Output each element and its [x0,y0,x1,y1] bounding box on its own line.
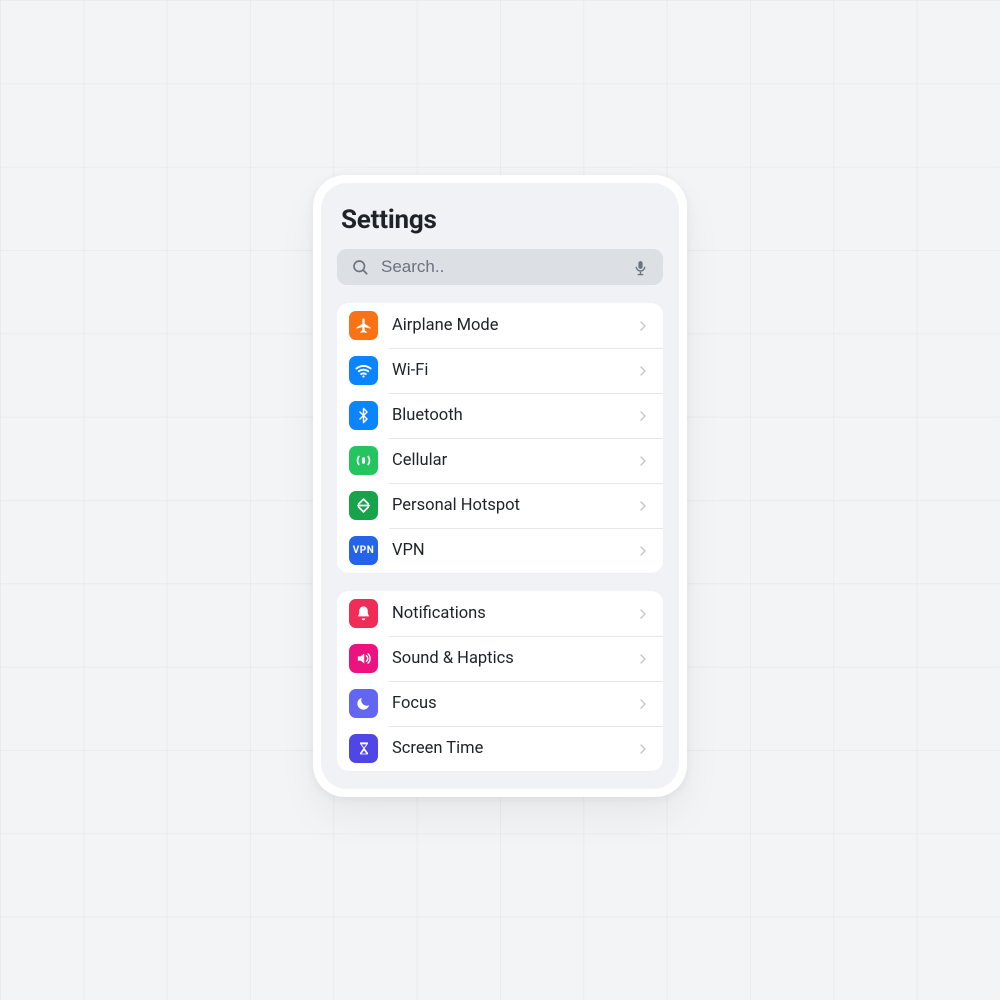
cellular-icon [349,446,378,475]
settings-screen: Settings Airplane Mode [321,183,679,789]
bluetooth-icon [349,401,378,430]
device-frame: Settings Airplane Mode [313,175,687,797]
row-airplane-mode[interactable]: Airplane Mode [337,303,663,348]
row-label: Bluetooth [392,406,621,425]
search-icon [351,258,369,276]
moon-icon [349,689,378,718]
row-label: Cellular [392,451,621,470]
microphone-icon[interactable] [632,259,649,276]
search-bar[interactable] [337,249,663,285]
chevron-right-icon [635,408,651,424]
row-screen-time[interactable]: Screen Time [337,726,663,771]
hourglass-icon [349,734,378,763]
settings-group-system: Notifications Sound & Haptics Focus [337,591,663,771]
search-input[interactable] [381,257,620,277]
personal-hotspot-icon [349,491,378,520]
row-label: Screen Time [392,739,621,758]
row-label: Notifications [392,604,621,623]
row-cellular[interactable]: Cellular [337,438,663,483]
chevron-right-icon [635,453,651,469]
row-notifications[interactable]: Notifications [337,591,663,636]
row-focus[interactable]: Focus [337,681,663,726]
row-label: Airplane Mode [392,316,621,335]
chevron-right-icon [635,741,651,757]
row-wifi[interactable]: Wi-Fi [337,348,663,393]
chevron-right-icon [635,606,651,622]
bell-icon [349,599,378,628]
row-label: Wi-Fi [392,361,621,380]
chevron-right-icon [635,498,651,514]
row-bluetooth[interactable]: Bluetooth [337,393,663,438]
page-title: Settings [337,205,663,235]
row-vpn[interactable]: VPN VPN [337,528,663,573]
row-label: VPN [392,541,621,560]
chevron-right-icon [635,363,651,379]
speaker-icon [349,644,378,673]
row-personal-hotspot[interactable]: Personal Hotspot [337,483,663,528]
row-label: Personal Hotspot [392,496,621,515]
chevron-right-icon [635,651,651,667]
airplane-icon [349,311,378,340]
chevron-right-icon [635,318,651,334]
row-label: Sound & Haptics [392,649,621,668]
row-sound-haptics[interactable]: Sound & Haptics [337,636,663,681]
chevron-right-icon [635,696,651,712]
settings-group-connectivity: Airplane Mode Wi-Fi Bluetooth [337,303,663,573]
chevron-right-icon [635,543,651,559]
wifi-icon [349,356,378,385]
row-label: Focus [392,694,621,713]
vpn-icon: VPN [349,536,378,565]
